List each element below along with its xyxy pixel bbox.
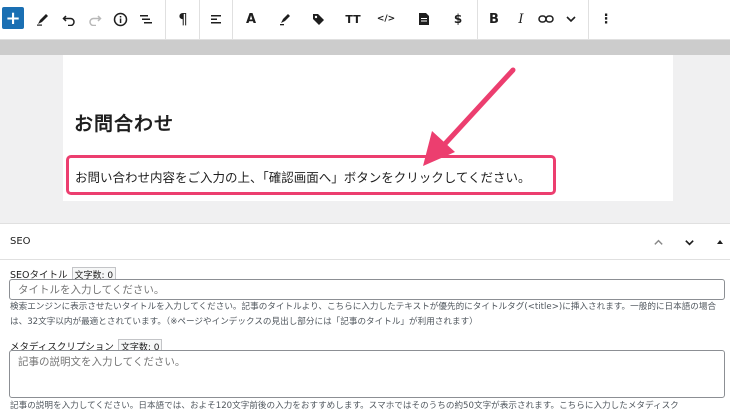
code-icon[interactable]: </> <box>373 6 399 32</box>
redo-icon[interactable] <box>82 6 108 32</box>
italic-button[interactable]: I <box>508 6 534 32</box>
paragraph-text[interactable]: お問い合わせ内容をご入力の上、「確認画面へ」ボタンをクリックしてください。 <box>75 167 531 186</box>
editor-page: お問合わせ お問い合わせ内容をご入力の上、「確認画面へ」ボタンをクリックしてくだ… <box>63 55 673 201</box>
meta-description-help: 記事の説明を入力してください。日本語では、およそ120文字前後の入力をおすすめし… <box>10 401 679 410</box>
highlighted-paragraph-block[interactable]: お問い合わせ内容をご入力の上、「確認画面へ」ボタンをクリックしてください。 <box>66 155 556 195</box>
seo-panel: SEO SEOタイトル文字数: 0 検索エンジンに表示させたいタイトルを入力して… <box>0 223 730 410</box>
seo-panel-title: SEO <box>10 236 31 247</box>
document-icon[interactable] <box>411 6 437 32</box>
toolbar-divider <box>0 40 730 55</box>
page-heading[interactable]: お問合わせ <box>74 109 174 136</box>
chevron-up-icon[interactable] <box>648 232 668 252</box>
chevron-down-icon[interactable] <box>558 6 584 32</box>
font-icon[interactable]: A <box>238 6 264 32</box>
add-block-button[interactable]: + <box>2 7 24 29</box>
undo-icon[interactable] <box>56 6 82 32</box>
seo-title-help: 検索エンジンに表示させたいタイトルを入力してください。記事のタイトルより、こちら… <box>10 302 717 327</box>
meta-description-textarea[interactable] <box>9 350 725 398</box>
tag-icon[interactable] <box>305 6 331 32</box>
collapse-panel-icon[interactable] <box>710 232 730 252</box>
paragraph-icon[interactable]: ¶ <box>170 6 196 32</box>
link-icon[interactable] <box>533 6 559 32</box>
list-view-icon[interactable] <box>133 6 159 32</box>
block-toolbar: + ¶ A TT </> $ B I ⋮ <box>0 0 730 40</box>
seo-title-input[interactable] <box>9 279 725 300</box>
options-icon[interactable]: ⋮ <box>593 6 619 32</box>
highlighter-icon[interactable] <box>272 6 298 32</box>
align-icon[interactable] <box>203 6 229 32</box>
chevron-down-icon[interactable] <box>679 232 699 252</box>
dollar-icon[interactable]: $ <box>445 6 471 32</box>
bold-button[interactable]: B <box>481 6 507 32</box>
font-size-icon[interactable]: TT <box>340 6 366 32</box>
pen-icon[interactable] <box>30 6 56 32</box>
info-icon[interactable] <box>107 6 133 32</box>
seo-panel-header[interactable]: SEO <box>0 224 730 260</box>
editor-canvas: お問合わせ お問い合わせ内容をご入力の上、「確認画面へ」ボタンをクリックしてくだ… <box>0 55 730 223</box>
